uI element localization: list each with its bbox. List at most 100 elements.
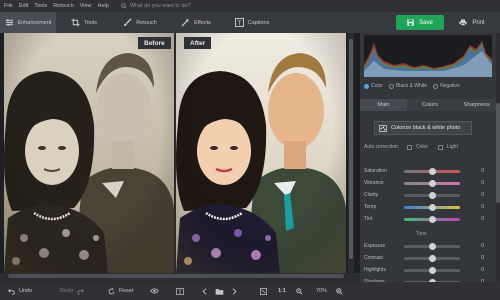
slider-knob[interactable] — [428, 203, 436, 211]
slider-label: Tint — [364, 216, 373, 222]
slider-track[interactable] — [404, 215, 460, 223]
slider-value: 0 — [481, 204, 484, 210]
printer-icon — [459, 19, 467, 26]
canvas-horizontal-scrollbar[interactable] — [4, 273, 348, 279]
tab-retouch[interactable]: Retouch — [112, 12, 168, 33]
tab-label: Tools — [84, 19, 97, 26]
tab-effects[interactable]: Effects — [168, 12, 224, 33]
tab-label: Captions — [247, 19, 270, 26]
panel-scrollbar[interactable] — [496, 33, 500, 282]
slider-tint: Tint 0 — [364, 214, 494, 224]
slider-contrast: Contrast 0 — [364, 253, 494, 263]
slider-temp: Temp 0 — [364, 202, 494, 212]
radio-dot — [433, 83, 439, 89]
slider-track[interactable] — [404, 254, 460, 262]
slider-saturation: Saturation 0 — [364, 166, 494, 176]
colorize-button[interactable]: Colorize black & white photo — [374, 121, 472, 135]
tab-sharpness[interactable]: Sharpness — [453, 99, 500, 111]
search-placeholder: What do you want to do? — [129, 3, 191, 9]
chevron-right-icon — [232, 287, 237, 295]
reset-button[interactable]: Reset — [108, 282, 133, 300]
tab-enhancement[interactable]: Enhancement — [0, 12, 56, 33]
prev-photo-button[interactable] — [202, 282, 207, 300]
menu-tools[interactable]: Tools — [34, 3, 47, 9]
bottom-toolbar: Undo Redo Reset 1:1 70% — [0, 282, 500, 300]
menu-view[interactable]: View — [80, 3, 92, 9]
menu-edit[interactable]: Edit — [19, 3, 28, 9]
radio-label: Negative — [440, 83, 460, 89]
slider-track[interactable] — [404, 242, 460, 250]
photo-canvas[interactable]: Before After — [0, 33, 360, 273]
menu-help[interactable]: Help — [98, 3, 109, 9]
compare-view-button[interactable] — [176, 282, 184, 300]
radio-negative[interactable]: Negative — [433, 83, 460, 89]
zoom-level: 70% — [316, 288, 328, 294]
auto-light-checkbox[interactable] — [437, 144, 443, 150]
slider-track[interactable] — [404, 179, 460, 187]
fit-to-screen-button[interactable] — [260, 282, 267, 300]
auto-color-label: Color — [416, 144, 428, 150]
slider-label: Clarity — [364, 192, 379, 198]
undo-button[interactable]: Undo — [8, 282, 32, 300]
palette-icon — [379, 124, 387, 132]
open-folder-button[interactable] — [215, 282, 224, 300]
radio-dot — [388, 83, 394, 89]
slider-knob[interactable] — [428, 179, 436, 187]
auto-correction-label: Auto correction: — [364, 144, 400, 150]
redo-button[interactable]: Redo — [60, 282, 85, 300]
slider-track[interactable] — [404, 203, 460, 211]
chevron-left-icon — [202, 287, 207, 295]
crop-icon — [71, 18, 80, 27]
slider-label: Highlights — [364, 267, 386, 273]
slider-track[interactable] — [404, 266, 460, 274]
tool-tabs: Enhancement Tools Retouch Effects T Capt… — [0, 12, 360, 33]
tab-captions[interactable]: T Captions — [224, 12, 280, 33]
slider-knob[interactable] — [428, 191, 436, 199]
slider-value: 0 — [481, 255, 484, 261]
radio-color[interactable]: Color — [364, 83, 383, 89]
reset-label: Reset — [119, 288, 134, 294]
slider-value: 0 — [481, 216, 484, 222]
tab-colors[interactable]: Colors — [406, 99, 454, 111]
slider-value: 0 — [481, 180, 484, 186]
menu-search[interactable]: What do you want to do? — [121, 3, 191, 9]
undo-label: Undo — [19, 288, 33, 294]
slider-knob[interactable] — [428, 242, 436, 250]
print-label: Print — [472, 19, 485, 26]
zoom-out-icon — [296, 287, 303, 295]
before-label: Before — [138, 37, 171, 49]
radio-black-white[interactable]: Black & White — [388, 83, 427, 89]
slider-knob[interactable] — [428, 167, 436, 175]
scroll-thumb[interactable] — [349, 39, 353, 259]
brush-icon — [124, 18, 132, 27]
zoom-out-button[interactable] — [296, 282, 303, 300]
scroll-thumb[interactable] — [8, 274, 344, 278]
actual-size-button[interactable]: 1:1 — [278, 282, 286, 300]
canvas-vertical-scrollbar[interactable] — [348, 33, 354, 273]
tone-section-label: Tone — [416, 231, 427, 237]
slider-track[interactable] — [404, 167, 460, 175]
slider-knob[interactable] — [428, 254, 436, 262]
menu-retouch[interactable]: Retouch — [53, 3, 74, 9]
zoom-in-button[interactable] — [336, 282, 343, 300]
panel-tabs: Main Colors Sharpness — [360, 99, 500, 111]
slider-knob[interactable] — [428, 215, 436, 223]
tab-main[interactable]: Main — [360, 99, 407, 111]
floppy-icon — [407, 19, 414, 26]
sliders-icon — [5, 19, 13, 26]
print-button[interactable]: Print — [448, 15, 496, 30]
preview-toggle[interactable] — [150, 282, 159, 300]
menu-file[interactable]: File — [4, 3, 13, 9]
next-photo-button[interactable] — [232, 282, 237, 300]
magic-wand-icon — [181, 18, 190, 27]
slider-knob[interactable] — [428, 266, 436, 274]
tab-label: Effects — [194, 19, 211, 26]
tab-label: Retouch — [136, 19, 157, 26]
scroll-thumb[interactable] — [496, 103, 500, 203]
zoom-in-icon — [336, 287, 343, 295]
save-button[interactable]: Save — [396, 15, 444, 30]
auto-color-checkbox[interactable] — [407, 144, 413, 150]
slider-track[interactable] — [404, 191, 460, 199]
menu-bar: File Edit Tools Retouch View Help What d… — [0, 0, 500, 12]
tab-tools[interactable]: Tools — [56, 12, 112, 33]
